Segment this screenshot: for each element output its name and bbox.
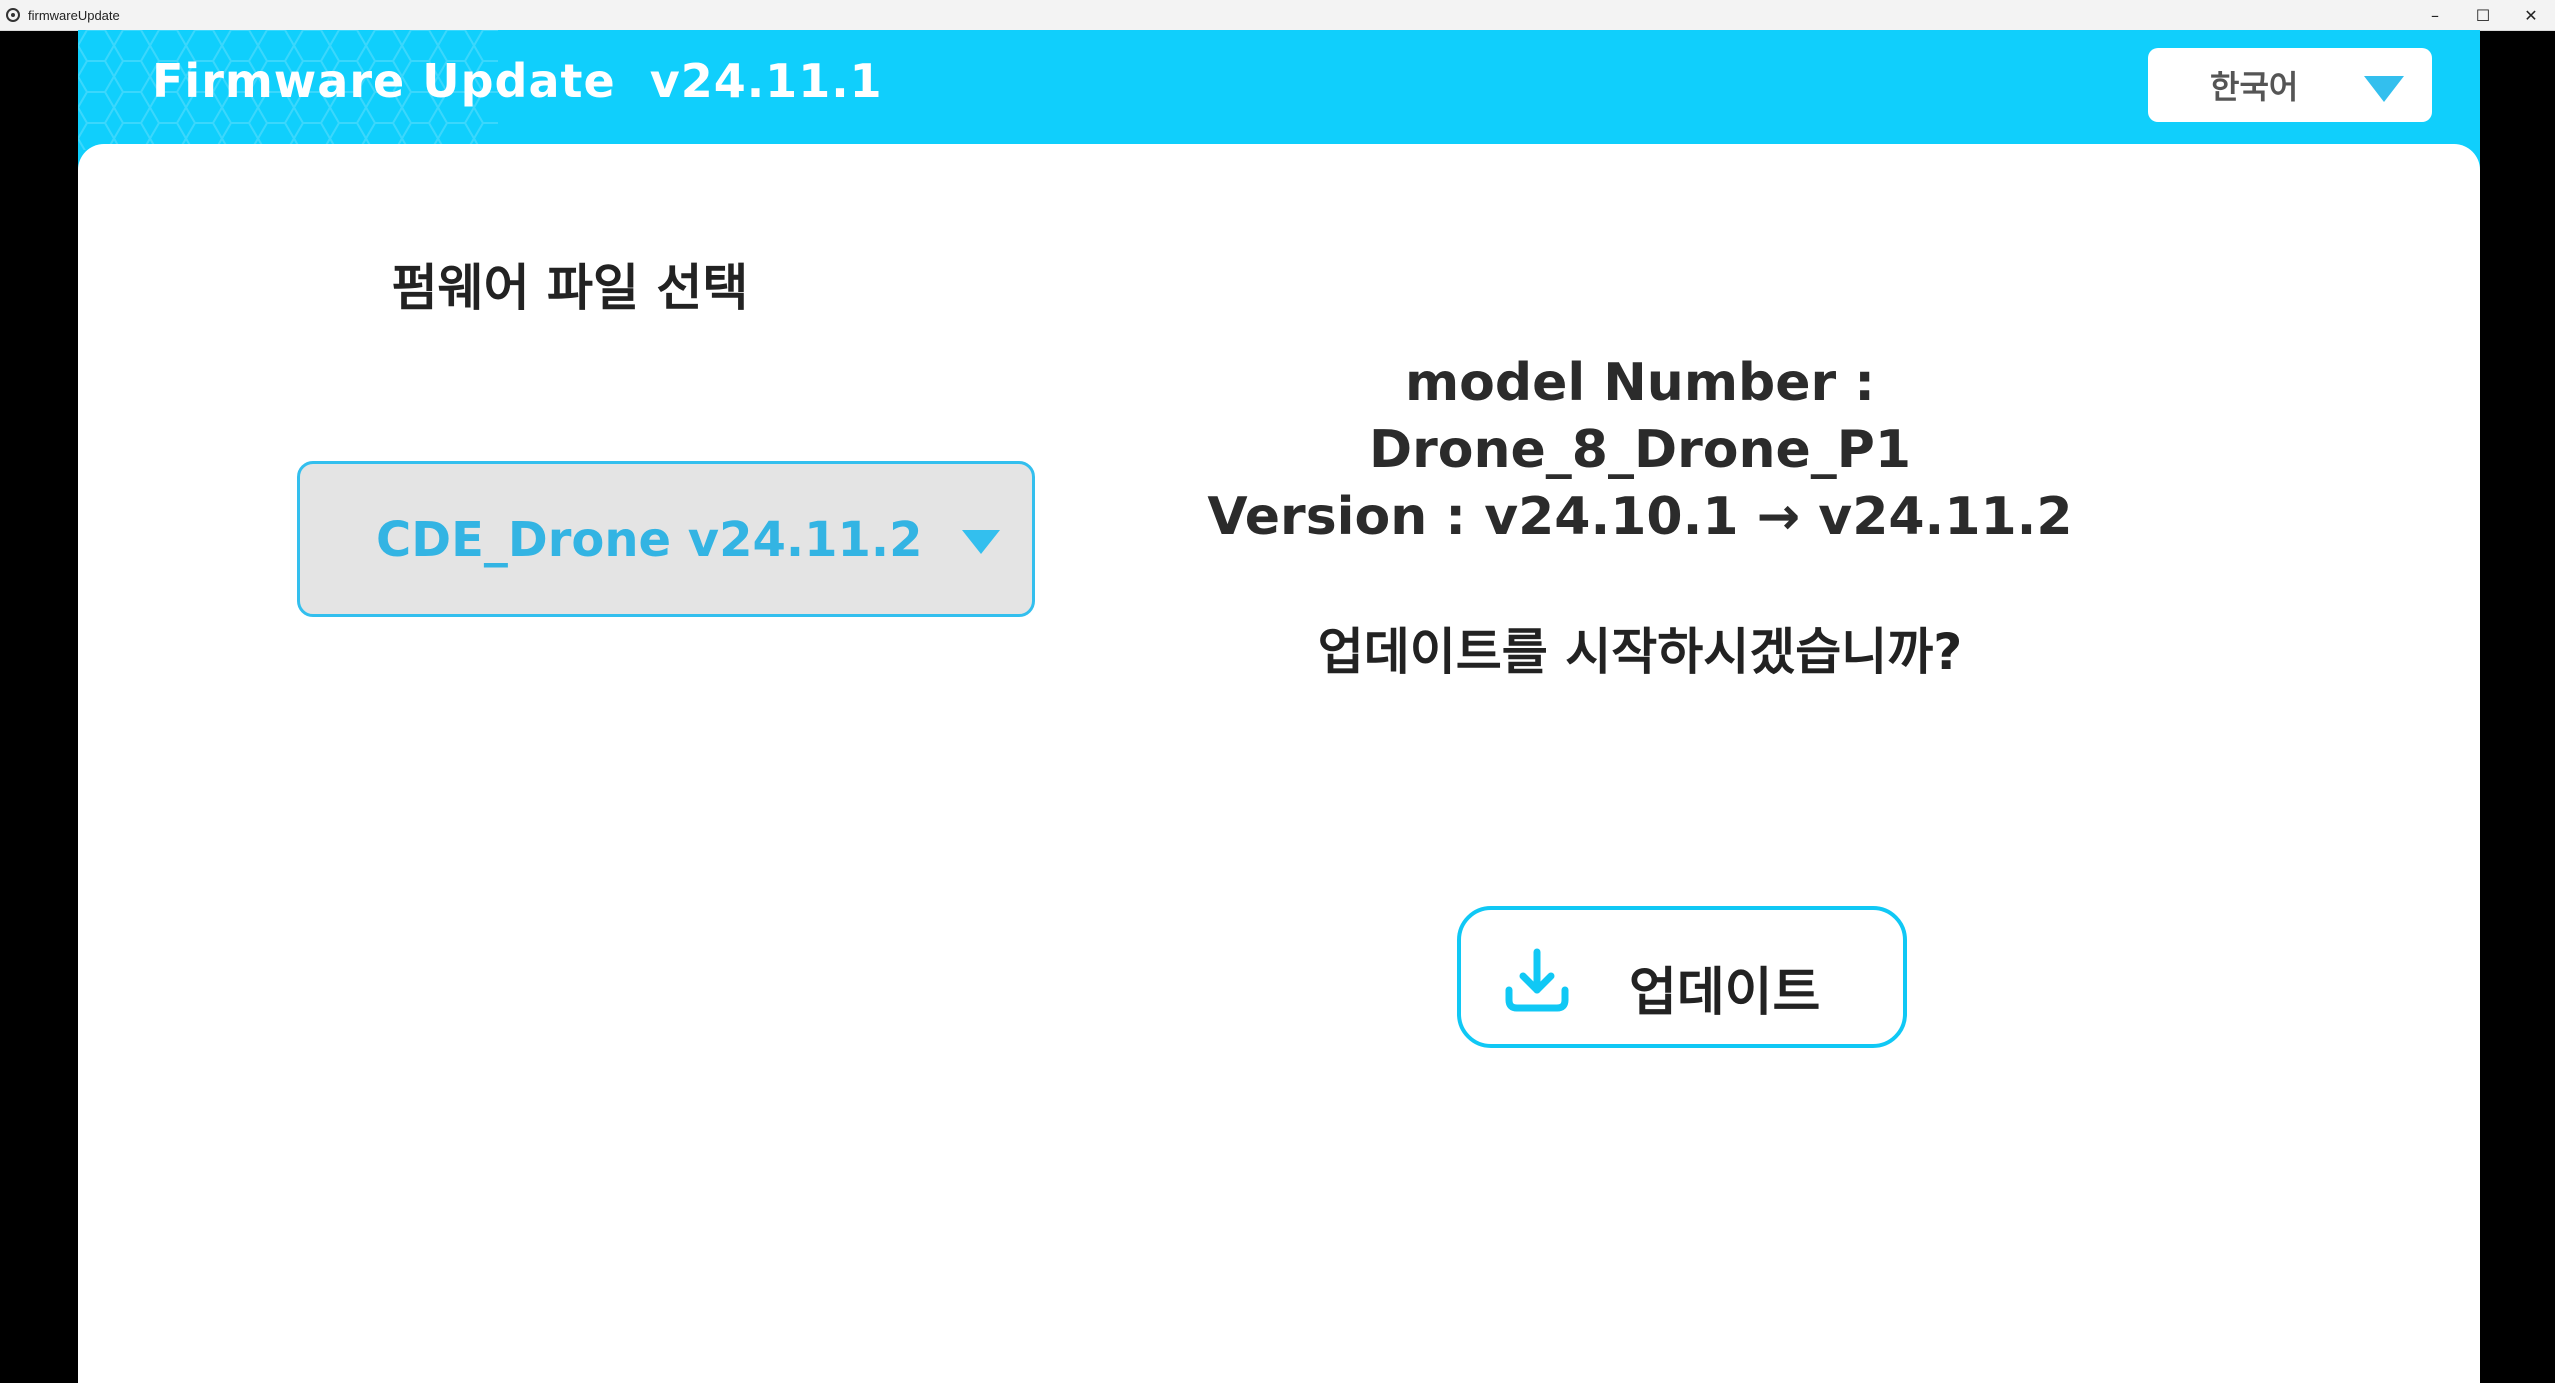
window-controls: – ☐ ✕ [2411, 0, 2555, 30]
firmware-file-dropdown[interactable]: CDE_Drone v24.11.2 [297, 461, 1035, 617]
app-title: Firmware Update v24.11.1 [152, 54, 883, 108]
os-title-bar: firmwareUpdate – ☐ ✕ [0, 0, 2555, 31]
update-button[interactable]: 업데이트 [1457, 906, 1907, 1048]
model-number-label: model Number : [1404, 353, 1876, 413]
app-icon [6, 8, 20, 22]
update-confirm-prompt: 업데이트를 시작하시겠습니까? [1317, 623, 1963, 681]
language-value: 한국어 [2210, 68, 2299, 106]
download-icon [1505, 948, 1569, 1012]
update-button-label: 업데이트 [1629, 963, 1821, 1023]
selected-firmware-file: CDE_Drone v24.11.2 [376, 512, 923, 568]
close-button[interactable]: ✕ [2507, 0, 2555, 30]
chevron-down-icon [962, 530, 1000, 554]
minimize-button[interactable]: – [2411, 0, 2459, 30]
maximize-button[interactable]: ☐ [2459, 0, 2507, 30]
language-dropdown[interactable]: 한국어 [2148, 48, 2432, 122]
firmware-select-heading: 펌웨어 파일 선택 [391, 259, 749, 317]
model-number-value: Drone_8_Drone_P1 [1368, 420, 1912, 480]
app-window: Firmware Update v24.11.1 한국어 [78, 30, 2480, 1383]
version-info: Version : v24.10.1 → v24.11.2 [1207, 487, 2073, 547]
main-panel [78, 144, 2480, 1383]
firmware-info: model Number : Drone_8_Drone_P1 Version … [1200, 350, 2080, 551]
window-title: firmwareUpdate [28, 7, 120, 23]
chevron-down-icon [2364, 76, 2404, 102]
